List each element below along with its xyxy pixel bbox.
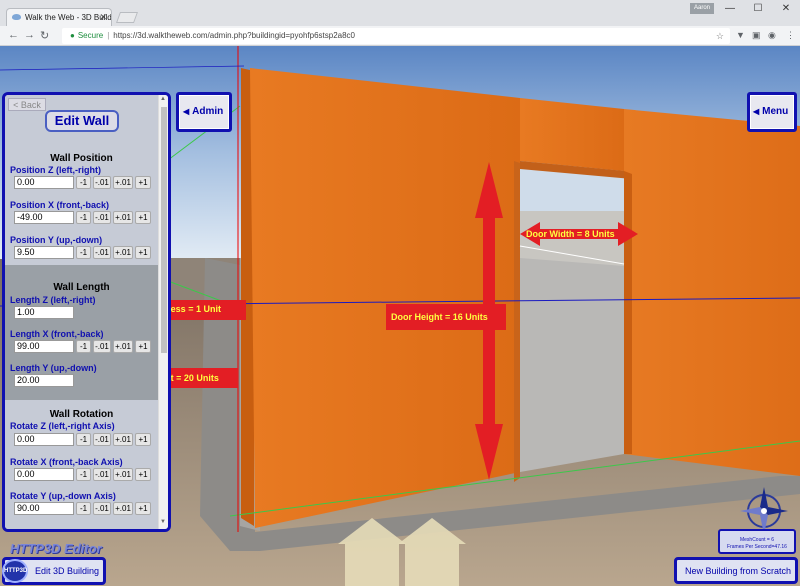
extension-pin-icon[interactable]: ▼: [736, 30, 745, 40]
rotate-y-plus-001[interactable]: +.01: [113, 502, 133, 515]
bookmark-star-icon[interactable]: ☆: [716, 28, 724, 44]
position-z-minus-1[interactable]: -1: [76, 176, 91, 189]
new-building-label: New Building from Scratch: [685, 566, 792, 576]
rotate-y-minus-001[interactable]: -.01: [93, 502, 111, 515]
tab-close-icon[interactable]: ✕: [99, 12, 107, 23]
lock-icon: ●: [70, 31, 75, 40]
field-label-position-y: Position Y (up,-down): [10, 235, 103, 245]
triangle-left-icon: ◀: [753, 107, 760, 116]
field-label-length-z: Length Z (left,-right): [10, 295, 96, 305]
rotate-y-minus-1[interactable]: -1: [76, 502, 91, 515]
editor-title: HTTP3D Editor: [10, 541, 102, 556]
browser-menu-icon[interactable]: ⋮: [786, 30, 795, 41]
length-z-input[interactable]: 1.00: [14, 306, 74, 319]
field-label-rotate-x: Rotate X (front,-back Axis): [10, 457, 123, 467]
field-label-position-x: Position X (front,-back): [10, 200, 109, 210]
main-wall-left: [250, 68, 520, 528]
mesh-count: MeshCount = 6: [739, 537, 775, 543]
rotate-x-minus-001[interactable]: -.01: [93, 468, 111, 481]
door-width-label: Door Width = 8 Units: [526, 229, 615, 239]
rotate-y-input[interactable]: 90.00: [14, 502, 74, 515]
rotate-z-minus-1[interactable]: -1: [76, 433, 91, 446]
length-x-plus-1[interactable]: +1: [135, 340, 151, 353]
address-bar[interactable]: ● Secure | https://3d.walktheweb.com/admin.…: [62, 28, 730, 44]
door-jamb-left: [514, 161, 520, 482]
position-x-minus-1[interactable]: -1: [76, 211, 91, 224]
length-x-minus-001[interactable]: -.01: [93, 340, 111, 353]
forward-arrow-icon[interactable]: →: [24, 29, 35, 41]
http3d-logo: HTTP3D: [2, 559, 28, 583]
section-wall-length: Wall Length: [53, 282, 110, 293]
position-y-input[interactable]: 9.50: [14, 246, 74, 259]
extension-icon-2[interactable]: ◉: [768, 30, 776, 41]
window-close-icon[interactable]: ✕: [774, 2, 798, 16]
position-z-plus-001[interactable]: +.01: [113, 176, 133, 189]
menu-label: Menu: [762, 106, 789, 117]
favicon-icon: [12, 14, 21, 20]
position-y-plus-1[interactable]: +1: [135, 246, 151, 259]
length-y-input[interactable]: 20.00: [14, 374, 74, 387]
frames-per-second: Frames Per Second=47.16: [727, 544, 787, 550]
reload-icon[interactable]: ↻: [40, 29, 49, 42]
position-x-input[interactable]: -49.00: [14, 211, 74, 224]
position-y-plus-001[interactable]: +.01: [113, 246, 133, 259]
secure-label: Secure: [77, 31, 104, 40]
field-label-length-x: Length X (front,-back): [10, 329, 104, 339]
position-x-plus-001[interactable]: +.01: [113, 211, 133, 224]
back-arrow-icon[interactable]: ←: [8, 29, 19, 41]
edit-wall-panel: < Back Edit Wall Wall Position Position …: [2, 92, 171, 532]
scrollbar-thumb[interactable]: [161, 107, 167, 353]
field-label-rotate-z: Rotate Z (left,-right Axis): [10, 421, 115, 431]
edit-wall-title-button[interactable]: Edit Wall: [45, 110, 119, 132]
triangle-left-icon: ◀: [183, 107, 190, 116]
maximize-icon[interactable]: ☐: [746, 2, 770, 16]
position-z-minus-001[interactable]: -.01: [93, 176, 111, 189]
length-x-minus-1[interactable]: -1: [76, 340, 91, 353]
position-x-minus-001[interactable]: -.01: [93, 211, 111, 224]
browser-titlebar: Walk the Web - 3D Buildi ✕ Aaron — ☐ ✕: [0, 0, 800, 26]
door-jamb-right: [624, 171, 632, 454]
length-x-plus-001[interactable]: +.01: [113, 340, 133, 353]
user-profile-badge[interactable]: Aaron: [690, 3, 714, 14]
length-x-input[interactable]: 99.00: [14, 340, 74, 353]
browser-tab[interactable]: Walk the Web - 3D Buildi ✕: [6, 8, 112, 26]
position-z-input[interactable]: 0.00: [14, 176, 74, 189]
position-z-plus-1[interactable]: +1: [135, 176, 151, 189]
admin-label: Admin: [192, 106, 224, 117]
url-text: https://3d.walktheweb.com/admin.php?buil…: [113, 31, 355, 40]
rotate-z-plus-001[interactable]: +.01: [113, 433, 133, 446]
scroll-down-icon[interactable]: ▼: [160, 519, 166, 525]
panel-scrollbar[interactable]: ▲ ▼: [158, 95, 168, 529]
admin-button[interactable]: ◀ Admin: [176, 92, 232, 132]
edit-building-label: Edit 3D Building: [35, 566, 100, 576]
field-label-length-y: Length Y (up,-down): [10, 363, 97, 373]
door-header: [520, 98, 624, 171]
position-x-plus-1[interactable]: +1: [135, 211, 151, 224]
rotate-y-plus-1[interactable]: +1: [135, 502, 151, 515]
stats-box: MeshCount = 6 Frames Per Second=47.16: [718, 529, 796, 554]
browser-toolbar: ← → ↻ ● Secure | https://3d.walktheweb.com/…: [0, 26, 800, 46]
position-y-minus-1[interactable]: -1: [76, 246, 91, 259]
rotate-z-plus-1[interactable]: +1: [135, 433, 151, 446]
new-tab-button[interactable]: [115, 12, 139, 23]
rotate-z-minus-001[interactable]: -.01: [93, 433, 111, 446]
rotate-z-input[interactable]: 0.00: [14, 433, 74, 446]
minimize-icon[interactable]: —: [718, 2, 742, 16]
main-wall-right: [624, 109, 800, 476]
new-building-button[interactable]: New Building from Scratch: [674, 557, 798, 584]
door-height-label: Door Height = 16 Units: [391, 312, 488, 322]
rotate-x-input[interactable]: 0.00: [14, 468, 74, 481]
field-label-position-z: Position Z (left,-right): [10, 165, 101, 175]
extension-icon[interactable]: ▣: [752, 30, 761, 41]
rotate-x-minus-1[interactable]: -1: [76, 468, 91, 481]
rotate-x-plus-1[interactable]: +1: [135, 468, 151, 481]
back-button[interactable]: < Back: [8, 98, 46, 111]
menu-button[interactable]: ◀ Menu: [747, 92, 797, 132]
section-wall-position: Wall Position: [50, 153, 113, 164]
field-label-rotate-y: Rotate Y (up,-down Axis): [10, 491, 116, 501]
scroll-up-icon[interactable]: ▲: [160, 96, 166, 102]
position-y-minus-001[interactable]: -.01: [93, 246, 111, 259]
section-wall-rotation: Wall Rotation: [49, 409, 114, 420]
rotate-x-plus-001[interactable]: +.01: [113, 468, 133, 481]
